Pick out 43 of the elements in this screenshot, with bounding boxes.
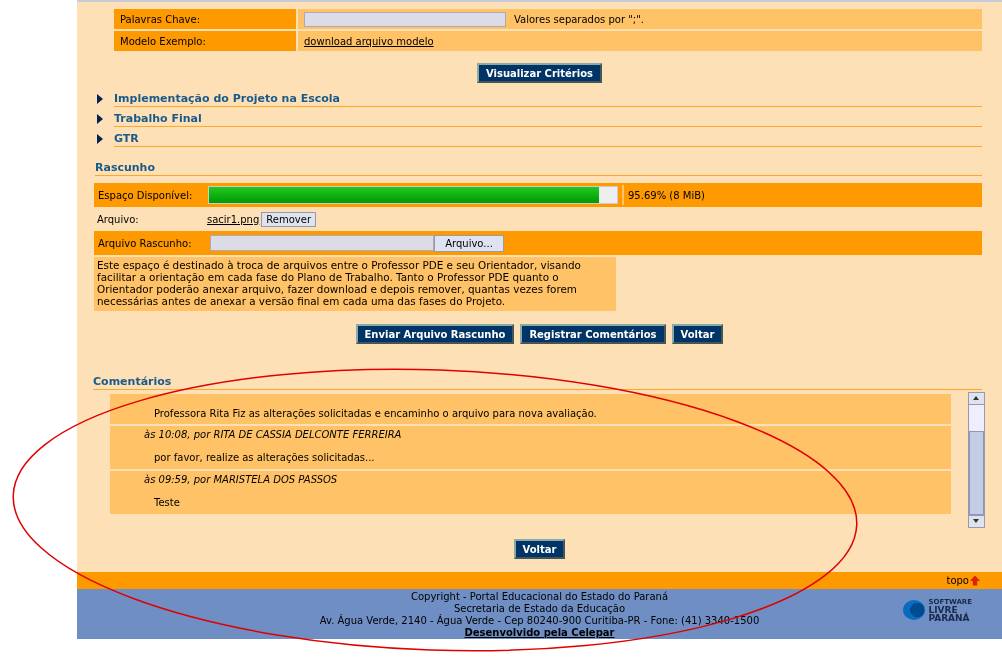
expand-arrow-icon[interactable] — [97, 134, 103, 144]
criteria-button[interactable]: Visualizar Critérios — [476, 63, 603, 83]
file-field[interactable] — [210, 235, 434, 251]
section-heading: Comentários — [93, 374, 982, 390]
comment-text: Professora Rita Fiz as alterações solicitadas e encaminho o arquivo para nova avaliação. — [153, 408, 598, 419]
hint-text: Valores separados por ";". — [514, 13, 644, 25]
comment-text: Teste — [153, 497, 181, 508]
field-label: Arquivo Rascunho: — [97, 236, 193, 251]
scroll-up-icon[interactable] — [969, 393, 984, 405]
comment-text: por favor, realize as alterações solicitadas... — [153, 452, 376, 463]
action-button[interactable]: Enviar Arquivo Rascunho — [355, 324, 515, 344]
logo-icon — [903, 600, 926, 620]
file-link[interactable]: sacir1.png — [207, 213, 260, 225]
section-link[interactable]: GTR — [114, 131, 982, 147]
scroll-thumb[interactable] — [969, 430, 984, 515]
action-button[interactable]: Registrar Comentários — [520, 324, 666, 344]
expand-arrow-icon[interactable] — [97, 114, 103, 124]
footer-text: Secretaria de Estado da Educação — [453, 603, 626, 614]
text-field[interactable] — [304, 11, 506, 27]
section-link[interactable]: Implementação do Projeto na Escola — [114, 91, 982, 107]
credit-link[interactable]: Desenvolvido pela Celepar — [464, 627, 615, 639]
expand-arrow-icon[interactable] — [97, 94, 103, 104]
field-label: Modelo Exemplo: — [114, 31, 296, 51]
top-link[interactable]: topo — [946, 575, 980, 586]
remove-button[interactable]: Remover — [261, 211, 316, 227]
scroll-down-icon[interactable] — [969, 515, 984, 527]
space-reading: 95.69% (8 MiB) — [622, 185, 980, 205]
scrollbar[interactable] — [968, 392, 985, 528]
action-button[interactable]: Voltar — [671, 324, 724, 344]
browse-button[interactable]: Arquivo... — [434, 234, 504, 252]
field-label: Palavras Chave: — [114, 9, 296, 29]
field-label: Espaço Disponível: — [97, 188, 194, 203]
section-link[interactable]: Trabalho Final — [114, 111, 982, 127]
comment-header: às 10:08, por RITA DE CASSIA DELCONTE FERREIRA — [143, 429, 403, 440]
back-button[interactable]: Voltar — [513, 539, 566, 559]
download-link[interactable]: download arquivo modelo — [304, 35, 434, 47]
footer-text: Copyright - Portal Educacional do Estado do Paraná — [410, 591, 669, 603]
logo-text: PARANÁ — [928, 614, 971, 622]
field-label: Arquivo: — [97, 213, 140, 225]
description-text: Este espaço é destinado à troca de arquivos entre o Professor PDE e seu Orientador, visando facilitar a orientação em cada fase do Plano de Trabalho. Tanto o Professor PDE quanto o Orientador poderão anexar arquivo, fazer download e depois remover, quantas vezes forem necessárias antes de anexar a versão final em cada uma das fases do Projeto. — [94, 257, 616, 311]
comment-header: às 09:59, por MARISTELA DOS PASSOS — [143, 474, 339, 485]
section-heading: Rascunho — [95, 160, 982, 176]
logo-text: LIVRE — [928, 606, 958, 614]
